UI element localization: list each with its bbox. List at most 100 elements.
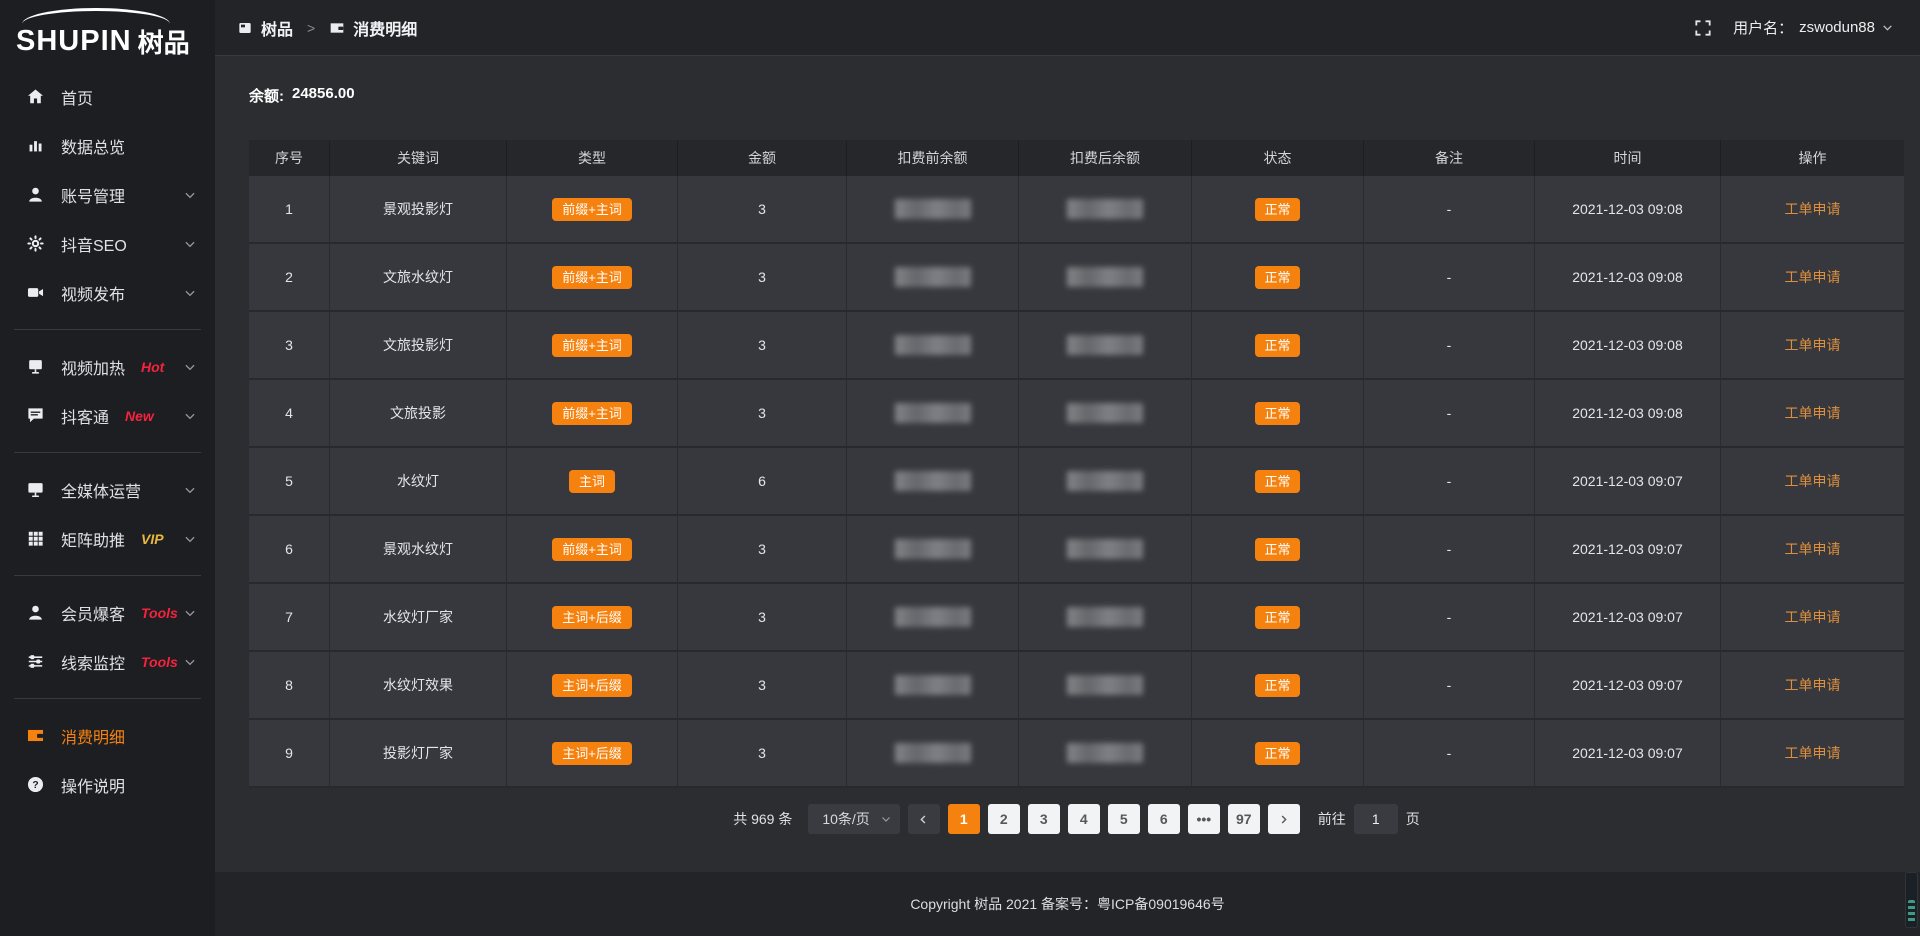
- bar-chart-icon: [26, 136, 46, 156]
- page-button-4[interactable]: 4: [1068, 804, 1100, 834]
- page-ellipsis-button[interactable]: •••: [1188, 804, 1220, 834]
- status-badge: 正常: [1255, 538, 1299, 561]
- sidebar-item-display[interactable]: 视频加热Hot: [0, 342, 215, 391]
- sidebar-item-question[interactable]: ?操作说明: [0, 760, 215, 809]
- cell-keyword: 文旅投影灯: [330, 312, 507, 378]
- sidebar-item-gear[interactable]: 抖音SEO: [0, 219, 215, 268]
- cell-status: 正常: [1192, 380, 1364, 446]
- table-row: 7水纹灯厂家主词+后缀3正常-2021-12-03 09:07工单申请: [249, 584, 1904, 652]
- app-logo: SHUPIN 树品: [0, 0, 215, 62]
- cell-balance-after: [1019, 176, 1192, 242]
- cell-action: 工单申请: [1721, 312, 1904, 378]
- cell-time: 2021-12-03 09:07: [1535, 720, 1721, 786]
- cell-balance-before: [847, 244, 1019, 310]
- redacted-balance-after: [1067, 403, 1143, 423]
- goto-page-input[interactable]: 1: [1354, 804, 1398, 834]
- cell-remark: -: [1364, 380, 1535, 446]
- cell-remark: -: [1364, 720, 1535, 786]
- cell-type: 主词: [507, 448, 678, 514]
- cell-type: 前缀+主词: [507, 380, 678, 446]
- sidebar-item-user[interactable]: 账号管理: [0, 170, 215, 219]
- sidebar-item-grid[interactable]: 矩阵助推VIP: [0, 514, 215, 563]
- home-icon: [26, 87, 46, 107]
- sidebar-item-label: 全媒体运营: [61, 478, 141, 502]
- work-order-link[interactable]: 工单申请: [1785, 471, 1841, 491]
- work-order-link[interactable]: 工单申请: [1785, 403, 1841, 423]
- work-order-link[interactable]: 工单申请: [1785, 199, 1841, 219]
- sidebar-item-wallet[interactable]: 消费明细: [0, 711, 215, 760]
- work-order-link[interactable]: 工单申请: [1785, 743, 1841, 763]
- breadcrumb-separator: >: [307, 20, 315, 36]
- type-badge: 主词+后缀: [552, 742, 632, 765]
- username-label: 用户名：: [1733, 17, 1793, 38]
- type-badge: 前缀+主词: [552, 402, 632, 425]
- cell-action: 工单申请: [1721, 720, 1904, 786]
- page-button-5[interactable]: 5: [1108, 804, 1140, 834]
- cell-index: 7: [249, 584, 330, 650]
- cell-index: 5: [249, 448, 330, 514]
- cell-balance-after: [1019, 380, 1192, 446]
- cell-remark: -: [1364, 652, 1535, 718]
- page-button-2[interactable]: 2: [988, 804, 1020, 834]
- cell-balance-after: [1019, 652, 1192, 718]
- chevron-down-icon: [183, 655, 197, 669]
- user-dropdown[interactable]: 用户名： zswodun88: [1733, 17, 1894, 38]
- side-widget[interactable]: [1905, 872, 1918, 928]
- next-page-button[interactable]: [1268, 804, 1300, 834]
- page-button-6[interactable]: 6: [1148, 804, 1180, 834]
- sidebar-item-tag: Tools: [141, 654, 178, 670]
- breadcrumb-home-link[interactable]: 树品: [261, 16, 293, 40]
- table-row: 3文旅投影灯前缀+主词3正常-2021-12-03 09:08工单申请: [249, 312, 1904, 380]
- sidebar-item-user[interactable]: 会员爆客Tools: [0, 588, 215, 637]
- grid-icon: [26, 529, 46, 549]
- work-order-link[interactable]: 工单申请: [1785, 539, 1841, 559]
- redacted-balance-before: [895, 403, 971, 423]
- cell-action: 工单申请: [1721, 244, 1904, 310]
- fullscreen-icon[interactable]: [1693, 18, 1713, 38]
- type-badge: 前缀+主词: [552, 538, 632, 561]
- cell-status: 正常: [1192, 652, 1364, 718]
- cell-amount: 3: [678, 652, 847, 718]
- cell-status: 正常: [1192, 720, 1364, 786]
- status-badge: 正常: [1255, 470, 1299, 493]
- work-order-link[interactable]: 工单申请: [1785, 335, 1841, 355]
- svg-text:?: ?: [32, 780, 38, 791]
- cell-amount: 3: [678, 380, 847, 446]
- column-header: 扣费后余额: [1019, 140, 1192, 176]
- column-header: 金额: [678, 140, 847, 176]
- page-button-3[interactable]: 3: [1028, 804, 1060, 834]
- footer: Copyright 树品 2021 备案号：粤ICP备09019646号: [215, 872, 1920, 936]
- sidebar-item-bar-chart[interactable]: 数据总览: [0, 121, 215, 170]
- username-value: zswodun88: [1799, 19, 1875, 36]
- cell-amount: 3: [678, 176, 847, 242]
- page-size-select[interactable]: 10条/页: [808, 804, 899, 834]
- cell-amount: 3: [678, 244, 847, 310]
- cell-time: 2021-12-03 09:08: [1535, 176, 1721, 242]
- work-order-link[interactable]: 工单申请: [1785, 607, 1841, 627]
- cell-keyword: 水纹灯厂家: [330, 584, 507, 650]
- cell-action: 工单申请: [1721, 652, 1904, 718]
- sidebar-item-sliders[interactable]: 线索监控Tools: [0, 637, 215, 686]
- sidebar-item-label: 抖音SEO: [61, 232, 127, 256]
- redacted-balance-before: [895, 675, 971, 695]
- status-badge: 正常: [1255, 742, 1299, 765]
- sidebar-item-label: 抖客通: [61, 404, 109, 428]
- sidebar-item-monitor[interactable]: 全媒体运营: [0, 465, 215, 514]
- work-order-link[interactable]: 工单申请: [1785, 267, 1841, 287]
- page-button-1[interactable]: 1: [948, 804, 980, 834]
- sidebar-item-tag: VIP: [141, 531, 164, 547]
- sidebar-item-chat[interactable]: 抖客通New: [0, 391, 215, 440]
- sidebar-item-home[interactable]: 首页: [0, 72, 215, 121]
- prev-page-button[interactable]: [908, 804, 940, 834]
- cell-time: 2021-12-03 09:08: [1535, 244, 1721, 310]
- cell-action: 工单申请: [1721, 516, 1904, 582]
- balance-value: 24856.00: [292, 85, 355, 106]
- cell-balance-before: [847, 312, 1019, 378]
- redacted-balance-after: [1067, 675, 1143, 695]
- cell-keyword: 景观水纹灯: [330, 516, 507, 582]
- table-row: 1景观投影灯前缀+主词3正常-2021-12-03 09:08工单申请: [249, 176, 1904, 244]
- work-order-link[interactable]: 工单申请: [1785, 675, 1841, 695]
- sidebar-item-video[interactable]: 视频发布: [0, 268, 215, 317]
- panel-icon: [237, 20, 253, 36]
- page-button-97[interactable]: 97: [1228, 804, 1260, 834]
